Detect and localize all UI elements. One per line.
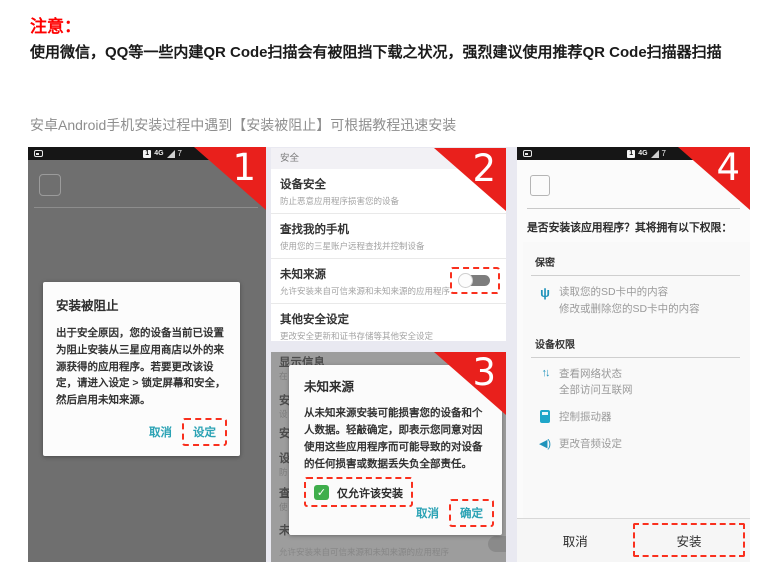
dialog-actions: 取消 确定 bbox=[416, 499, 494, 527]
allow-once-checkbox[interactable]: ✓ bbox=[314, 485, 329, 500]
notification-icon bbox=[34, 150, 43, 157]
tutorial-page: 注意： 使用微信，QQ等一些内建QR Code扫描会有被阻挡下载之状况，强烈建议… bbox=[0, 0, 767, 570]
highlight-box: ✓ 仅允许该安装 bbox=[304, 477, 413, 507]
app-placeholder bbox=[39, 174, 61, 196]
step-number: 4 bbox=[716, 148, 740, 189]
dialog-body: 出于安全原因，您的设备当前已设置为阻止安装从三星应用商店以外的来源获得的应用程序… bbox=[56, 325, 227, 409]
highlight-box bbox=[450, 267, 500, 294]
unknown-sources-dialog: 未知来源 从未知来源安装可能损害您的设备和个人数据。轻敲确定，即表示您同意对因使… bbox=[289, 365, 502, 535]
app-placeholder bbox=[530, 175, 550, 196]
usb-icon: ψ bbox=[531, 284, 559, 300]
cancel-button[interactable]: 取消 bbox=[416, 505, 439, 521]
step-number: 1 bbox=[232, 148, 256, 189]
section-device-permissions: 设备权限 bbox=[531, 332, 740, 358]
highlight-box: 安装 bbox=[633, 523, 745, 557]
notice-heading: 注意： bbox=[30, 12, 81, 37]
clock-label: 7 bbox=[178, 149, 182, 158]
install-blocked-dialog: 安装被阻止 出于安全原因，您的设备当前已设置为阻止安装从三星应用商店以外的来源获… bbox=[43, 282, 240, 456]
screenshot-4-install-permissions: 1 4G 7 是否安装该应用程序？其将拥有以下权限： 保密 ψ 读取您的SD卡中… bbox=[517, 147, 750, 562]
sim-badge: 1 bbox=[143, 150, 151, 158]
permission-sdcard: ψ 读取您的SD卡中的内容 修改或删除您的SD卡中的内容 bbox=[531, 284, 740, 318]
install-button[interactable]: 安装 bbox=[635, 531, 743, 550]
unknown-sources-toggle[interactable] bbox=[458, 273, 492, 288]
settings-item-unknown-sources[interactable]: 未知来源 允许安装来自可信来源和未知来源的应用程序 bbox=[271, 259, 506, 304]
highlight-box: 确定 bbox=[449, 499, 494, 527]
bottom-action-bar: 取消 安装 bbox=[517, 518, 750, 562]
sim-badge: 1 bbox=[627, 150, 635, 158]
screenshot-2-security-settings: 安全 设备安全 防止恶意应用程序损害您的设备 查找我的手机 使用您的三星账户远程… bbox=[271, 148, 506, 341]
notice-body-text: 使用微信，QQ等一些内建QR Code扫描会有被阻挡下载之状况，强烈建议使用推荐… bbox=[30, 40, 742, 66]
screenshot-strip: 1 4G 7 安装被阻止 出于安全原因，您的设备当前已设置为阻止安装从三星应用商… bbox=[28, 147, 750, 562]
cancel-button[interactable]: 取消 bbox=[149, 424, 172, 440]
step-badge-1: 1 bbox=[194, 147, 266, 210]
vibrate-icon bbox=[531, 409, 559, 423]
network-4g-label: 4G bbox=[638, 150, 647, 157]
permission-list: 保密 ψ 读取您的SD卡中的内容 修改或删除您的SD卡中的内容 设备权限 ↑↓ … bbox=[523, 242, 750, 518]
network-4g-label: 4G bbox=[154, 150, 163, 157]
settings-item-find-my-phone[interactable]: 查找我的手机 使用您的三星账户远程查找并控制设备 bbox=[271, 214, 506, 259]
screenshot-1-install-blocked: 1 4G 7 安装被阻止 出于安全原因，您的设备当前已设置为阻止安装从三星应用商… bbox=[28, 147, 266, 562]
divider bbox=[527, 208, 740, 209]
settings-item-other-security[interactable]: 其他安全设定 更改安全更新和证书存储等其他安全设定 bbox=[271, 304, 506, 341]
speaker-icon: ◀) bbox=[531, 436, 559, 450]
signal-icon bbox=[651, 150, 659, 158]
dimmed-list-desc: 允许安装来自可信来源和未知来源的应用程序 bbox=[279, 546, 449, 558]
network-arrows-icon: ↑↓ bbox=[531, 366, 559, 379]
highlight-box: 设定 bbox=[182, 418, 227, 446]
step-number: 3 bbox=[472, 353, 496, 394]
divider bbox=[34, 207, 258, 208]
section-privacy: 保密 bbox=[531, 250, 740, 276]
signal-icon bbox=[167, 150, 175, 158]
screenshot-3-unknown-sources-dialog: 显示信息 在 安 设 安 设 防 查 使 未 允许安装来自可信来源和未知来源的应… bbox=[271, 352, 506, 562]
step-number: 2 bbox=[472, 149, 496, 190]
ok-button[interactable]: 确定 bbox=[460, 508, 483, 520]
settings-button[interactable]: 设定 bbox=[193, 427, 216, 439]
dimmed-toggle bbox=[488, 536, 506, 552]
tutorial-subtitle: 安卓Android手机安装过程中遇到【安装被阻止】可根据教程迅速安装 bbox=[30, 115, 456, 135]
cancel-button[interactable]: 取消 bbox=[517, 519, 634, 562]
dialog-title: 未知来源 bbox=[304, 376, 490, 395]
permission-network: ↑↓ 查看网络状态 全部访问互联网 bbox=[531, 366, 740, 400]
permission-vibrate: 控制振动器 bbox=[531, 409, 740, 426]
dialog-actions: 取消 设定 bbox=[56, 418, 227, 446]
dialog-title: 安装被阻止 bbox=[56, 295, 227, 314]
clock-label: 7 bbox=[662, 149, 666, 158]
checkbox-label: 仅允许该安装 bbox=[337, 485, 403, 501]
permission-audio: ◀) 更改音频设定 bbox=[531, 436, 740, 453]
notification-icon bbox=[523, 150, 532, 157]
dialog-body: 从未知来源安装可能损害您的设备和个人数据。轻敲确定，即表示您同意对因使用这些应用… bbox=[304, 405, 490, 473]
install-question-title: 是否安装该应用程序？其将拥有以下权限： bbox=[527, 219, 732, 235]
